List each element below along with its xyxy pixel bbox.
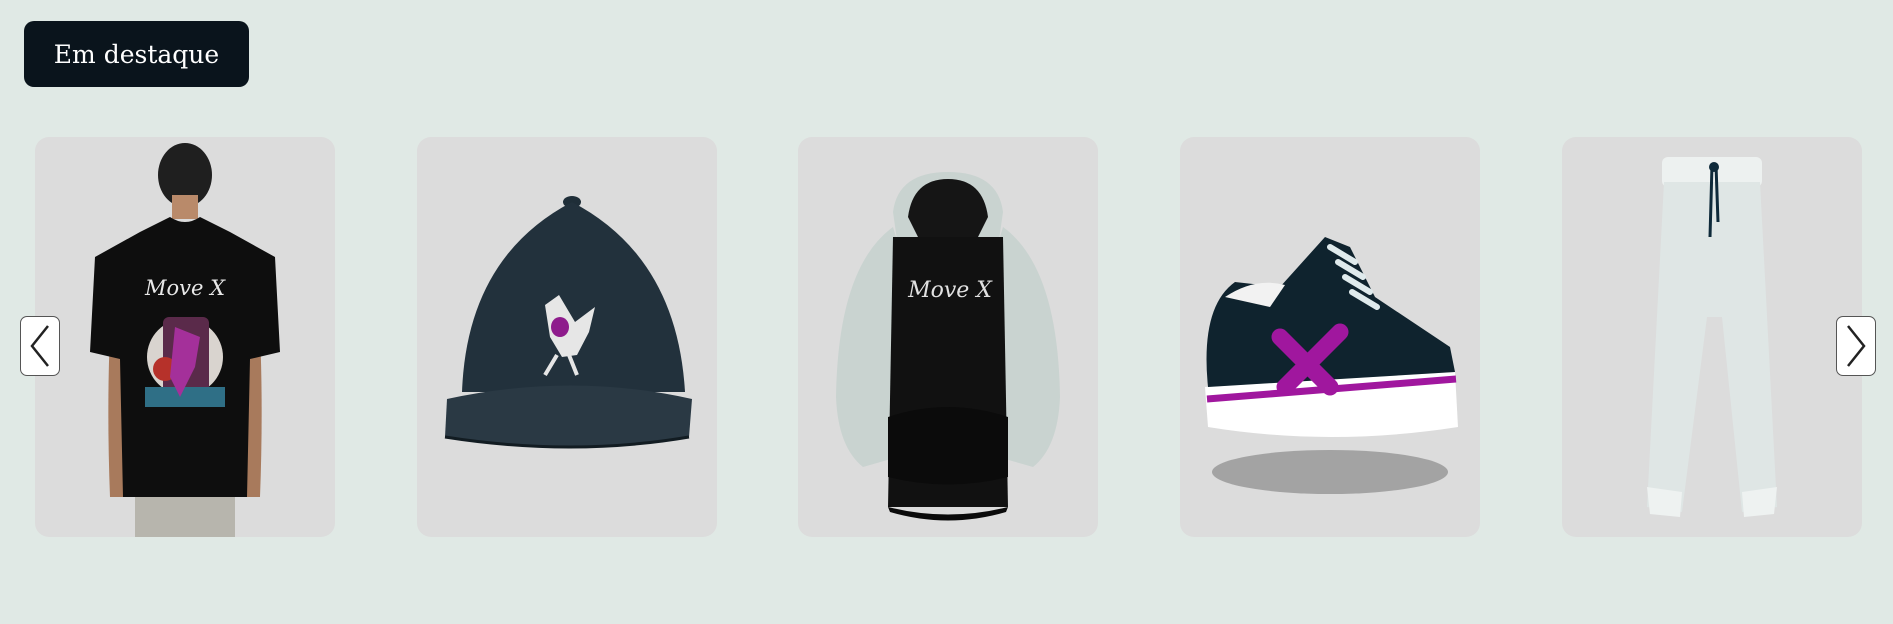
product-card-tshirt[interactable]: Move X [35,137,335,537]
product-card-sneaker[interactable] [1180,137,1480,537]
sneaker-image [1205,237,1458,494]
cap-image [444,196,692,449]
sweatpants-image [1647,157,1777,517]
product-card-hoodie[interactable]: Move X [798,137,1098,537]
hoodie-image: Move X [836,172,1060,521]
product-card-cap[interactable] [417,137,717,537]
tshirt-image: Move X [90,143,280,537]
product-card-sweatpants[interactable] [1562,137,1862,537]
carousel-next-button[interactable] [1836,316,1876,376]
hoodie-print-text: Move X [907,278,993,303]
tshirt-print-text: Move X [144,276,226,300]
product-carousel: Move X Move X [0,0,1893,624]
chevron-right-icon [1847,325,1866,367]
chevron-left-icon [30,325,49,367]
carousel-prev-button[interactable] [20,316,60,376]
